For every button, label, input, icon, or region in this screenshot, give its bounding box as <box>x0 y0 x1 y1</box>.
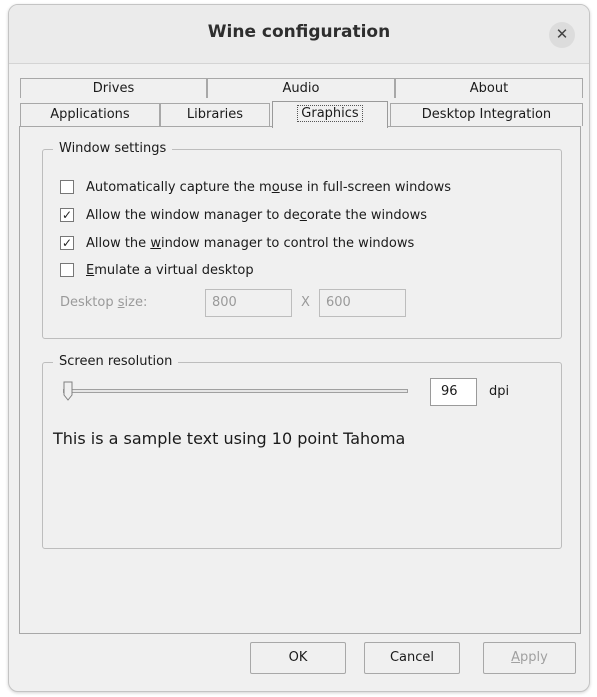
tab-label: Applications <box>50 107 130 122</box>
tab-applications[interactable]: Applications <box>20 103 160 126</box>
capture-mouse-checkbox[interactable] <box>60 180 74 194</box>
tab-label: Graphics <box>297 105 363 122</box>
checkbox-label: Automatically capture the mouse in full-… <box>86 180 451 195</box>
tab-audio[interactable]: Audio <box>207 78 395 98</box>
tab-libraries[interactable]: Libraries <box>160 103 270 126</box>
wine-config-window: Wine configuration ✕ Drives Audio About … <box>8 4 590 692</box>
tab-label: Libraries <box>186 107 244 122</box>
sample-text: This is a sample text using 10 point Tah… <box>53 429 406 448</box>
tab-graphics[interactable]: Graphics <box>272 101 388 128</box>
checkmark-icon: ✓ <box>61 208 73 222</box>
tab-label: About <box>469 81 509 96</box>
tab-drives[interactable]: Drives <box>20 78 207 98</box>
cancel-button[interactable]: Cancel <box>364 642 460 674</box>
tab-desktop-integration[interactable]: Desktop Integration <box>390 103 583 126</box>
desktop-width-input[interactable]: 800 <box>205 289 292 317</box>
screen-resolution-legend: Screen resolution <box>53 354 179 369</box>
tab-label: Desktop Integration <box>421 107 552 122</box>
dpi-input[interactable]: 96 <box>430 378 477 406</box>
dpi-slider-thumb[interactable] <box>63 381 73 401</box>
close-icon: ✕ <box>555 25 569 43</box>
desktop-size-label: Desktop size: <box>60 295 148 310</box>
control-windows-checkbox[interactable]: ✓ <box>60 236 74 250</box>
screen-resolution-group: Screen resolution 96 dpi This is a sampl… <box>42 354 562 549</box>
tab-about[interactable]: About <box>395 78 583 98</box>
close-button[interactable]: ✕ <box>549 22 575 48</box>
checkbox-label: Allow the window manager to decorate the… <box>86 208 427 223</box>
dpi-slider-track[interactable] <box>63 389 408 393</box>
checkbox-label: Allow the window manager to control the … <box>86 236 415 251</box>
virtual-desktop-checkbox[interactable] <box>60 263 74 277</box>
title-bar: Wine configuration ✕ <box>9 5 589 64</box>
tab-label: Drives <box>92 81 135 96</box>
checkmark-icon: ✓ <box>61 236 73 250</box>
dpi-unit-label: dpi <box>489 384 510 399</box>
desktop-height-input[interactable]: 600 <box>319 289 406 317</box>
apply-button[interactable]: Apply <box>483 642 576 674</box>
decorate-windows-checkbox[interactable]: ✓ <box>60 208 74 222</box>
size-separator: X <box>301 295 310 310</box>
checkbox-label: Emulate a virtual desktop <box>86 263 254 278</box>
tab-label: Audio <box>282 81 320 96</box>
window-title: Wine configuration <box>207 22 391 42</box>
window-settings-legend: Window settings <box>53 141 173 156</box>
window-settings-group: Window settings Automatically capture th… <box>42 141 562 339</box>
graphics-tab-panel: Window settings Automatically capture th… <box>19 126 581 634</box>
ok-button[interactable]: OK <box>250 642 346 674</box>
